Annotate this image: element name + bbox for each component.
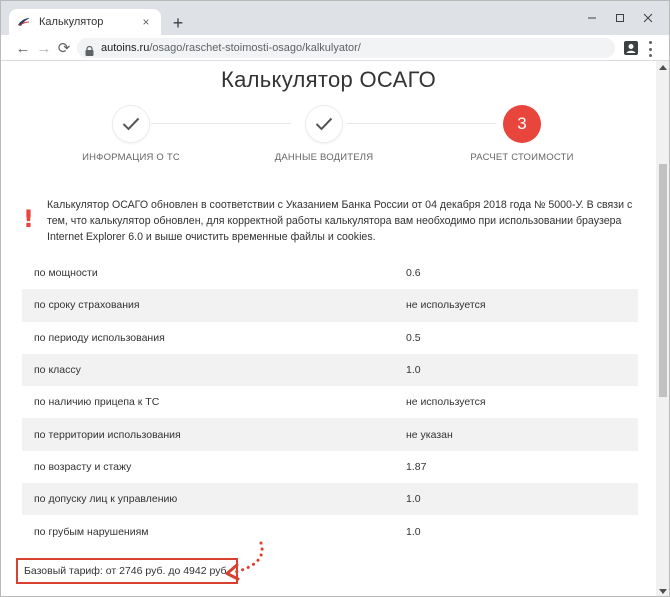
step-circle xyxy=(305,105,343,143)
coefficient-label: по сроку страхования xyxy=(34,299,140,312)
step-driver-data[interactable]: ДАННЫЕ ВОДИТЕЛЯ xyxy=(224,105,424,163)
url-text: autoins.ru/osago/raschet-stoimosti-osago… xyxy=(101,42,361,54)
check-icon xyxy=(315,117,333,131)
step-label: ИНФОРМАЦИЯ О ТС xyxy=(82,152,180,163)
dotted-arrow-icon xyxy=(225,541,264,581)
minimize-icon[interactable] xyxy=(583,9,601,27)
url-path: /osago/raschet-stoimosti-osago/kalkulyat… xyxy=(149,42,361,54)
page-viewport: Калькулятор ОСАГО ИНФОРМАЦИЯ О ТС ДАННЫЕ… xyxy=(1,61,656,596)
coefficient-value: 1.0 xyxy=(406,525,421,538)
coefficient-label: по мощности xyxy=(34,267,98,280)
tab-close-icon[interactable]: × xyxy=(139,15,153,29)
coefficient-value: 0.6 xyxy=(406,267,421,280)
vertical-scrollbar[interactable] xyxy=(656,61,669,596)
coefficient-label: по классу xyxy=(34,364,81,377)
warning-exclamation-icon: ! xyxy=(23,205,34,233)
step-number-badge: 3 xyxy=(503,105,541,143)
coefficient-value: не указан xyxy=(406,428,453,441)
table-row: по наличию прицепа к ТС не используется xyxy=(22,386,638,418)
coefficient-value: 0.5 xyxy=(406,331,421,344)
maximize-icon[interactable] xyxy=(611,9,629,27)
profile-icon[interactable] xyxy=(623,40,639,56)
notice-text: Калькулятор ОСАГО обновлен в соответстви… xyxy=(47,199,633,243)
step-cost-calculation[interactable]: 3 РАСЧЕТ СТОИМОСТИ xyxy=(422,105,622,163)
site-favicon-icon xyxy=(17,17,31,27)
coefficient-value: 1.87 xyxy=(406,460,427,473)
table-row: по грубым нарушениям 1.0 xyxy=(22,515,638,547)
table-row: по мощности 0.6 xyxy=(22,257,638,289)
scroll-down-icon[interactable] xyxy=(659,589,667,594)
step-label: ДАННЫЕ ВОДИТЕЛЯ xyxy=(274,152,374,163)
coefficient-label: по грубым нарушениям xyxy=(34,525,149,538)
scroll-thumb[interactable] xyxy=(659,164,667,397)
coefficient-label: по допуску лиц к управлению xyxy=(34,493,178,506)
coefficient-label: по территории использования xyxy=(34,428,181,441)
step-circle xyxy=(112,105,150,143)
coefficient-label: по периоду использования xyxy=(34,331,165,344)
step-vehicle-info[interactable]: ИНФОРМАЦИЯ О ТС xyxy=(31,105,231,163)
coefficient-value: не используется xyxy=(406,299,486,312)
new-tab-button[interactable]: + xyxy=(169,13,187,33)
table-row: по периоду использования 0.5 xyxy=(22,322,638,354)
coefficient-value: 1.0 xyxy=(406,493,421,506)
url-host: autoins.ru xyxy=(101,42,150,54)
coefficients-table: по мощности 0.6 по сроку страхования не ис… xyxy=(22,257,638,548)
table-row: по сроку страхования не используется xyxy=(22,289,638,322)
update-notice: ! Калькулятор ОСАГО обновлен в соответст… xyxy=(23,197,633,245)
address-bar[interactable]: autoins.ru/osago/raschet-stoimosti-osago… xyxy=(77,38,615,58)
table-row: по классу 1.0 xyxy=(22,353,638,387)
coefficient-value: 1.0 xyxy=(406,364,421,377)
base-rate-result: Базовый тариф: от 2746 руб. до 4942 руб. xyxy=(16,558,238,584)
table-row: по территории использования не указан xyxy=(22,418,638,451)
menu-kebab-icon[interactable] xyxy=(647,41,653,57)
address-toolbar: ← → ⟳ autoins.ru/osago/raschet-stoimosti… xyxy=(1,35,669,61)
reload-icon[interactable]: ⟳ xyxy=(54,38,74,58)
lock-icon xyxy=(85,43,94,56)
back-icon[interactable]: ← xyxy=(13,38,33,58)
page-title: Калькулятор ОСАГО xyxy=(221,67,436,92)
coefficient-label: по возрасту и стажу xyxy=(34,460,132,473)
browser-tab[interactable]: Калькулятор × xyxy=(9,9,161,35)
coefficient-label: по наличию прицепа к ТС xyxy=(34,396,160,409)
tab-strip: Калькулятор × + xyxy=(1,1,669,35)
table-row: по возрасту и стажу 1.87 xyxy=(22,451,638,483)
tab-title: Калькулятор xyxy=(39,16,104,28)
browser-window: Калькулятор × + ← → ⟳ autoins.ru/osago/r… xyxy=(0,0,670,597)
scroll-up-icon[interactable] xyxy=(659,65,667,70)
close-window-icon[interactable] xyxy=(639,9,657,27)
table-row: по допуску лиц к управлению 1.0 xyxy=(22,483,638,516)
check-icon xyxy=(122,117,140,131)
step-label: РАСЧЕТ СТОИМОСТИ xyxy=(470,152,574,163)
coefficient-value: не используется xyxy=(406,396,486,409)
forward-icon[interactable]: → xyxy=(34,38,54,58)
